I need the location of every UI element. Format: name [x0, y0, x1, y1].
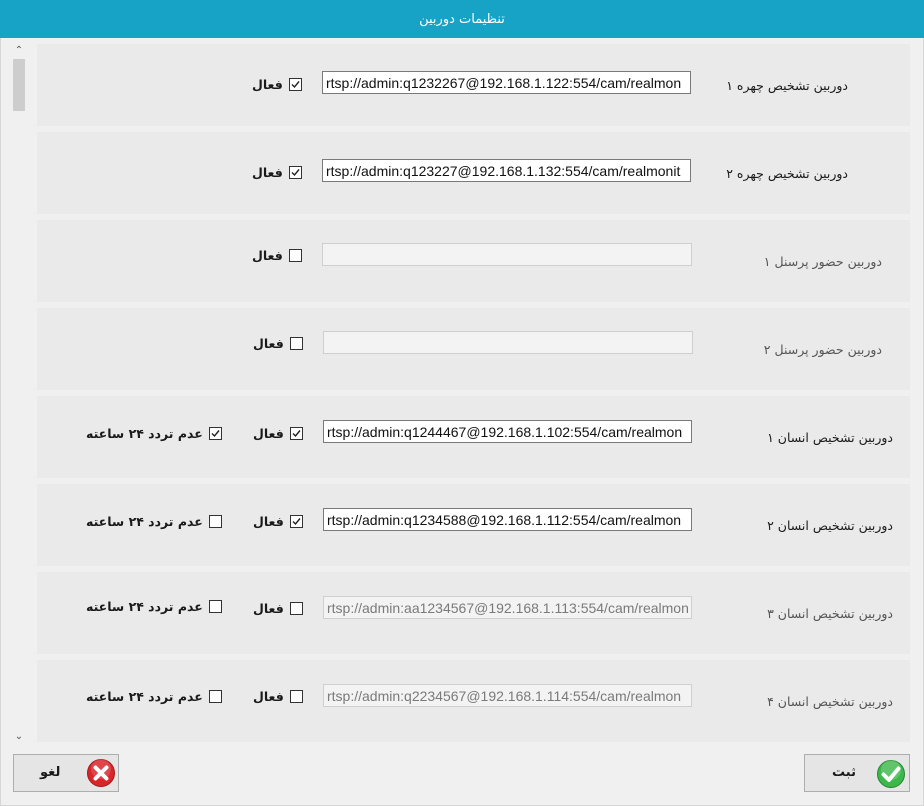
checkmark-icon: [291, 169, 300, 177]
active-checkbox[interactable]: [289, 337, 303, 350]
active-label: فعال: [252, 248, 283, 263]
active-label: فعال: [253, 514, 284, 529]
active-checkbox-group[interactable]: فعال: [252, 77, 302, 92]
active-checkbox-group[interactable]: فعال: [252, 248, 302, 263]
active-checkbox[interactable]: [289, 602, 303, 615]
camera-url-input[interactable]: [323, 331, 693, 354]
checkmark-icon: [211, 430, 220, 438]
no-traffic-label: عدم تردد ۲۴ ساعته: [86, 599, 203, 614]
active-checkbox[interactable]: [289, 515, 303, 528]
checkmark-icon: [292, 518, 301, 526]
active-label: فعال: [253, 426, 284, 441]
window-title-bar: تنظیمات دوربین: [0, 0, 924, 38]
no-traffic-label: عدم تردد ۲۴ ساعته: [86, 689, 203, 704]
checkmark-icon: [291, 81, 300, 89]
active-checkbox[interactable]: [288, 249, 302, 262]
active-checkbox-group[interactable]: فعال: [253, 336, 303, 351]
camera-row-human-1: دوربین تشخیص انسان ۱ rtsp://admin:q12444…: [37, 396, 910, 478]
camera-label: دوربین حضور پرسنل ۱: [763, 253, 882, 269]
active-checkbox[interactable]: [289, 427, 303, 440]
cancel-label: لغو: [40, 765, 61, 780]
camera-row-human-4: دوربین تشخیص انسان ۴ rtsp://admin:q22345…: [37, 660, 910, 742]
no-traffic-checkbox-group[interactable]: عدم تردد ۲۴ ساعته: [86, 689, 222, 704]
active-checkbox[interactable]: [288, 166, 302, 179]
no-traffic-checkbox[interactable]: [208, 427, 222, 440]
active-label: فعال: [252, 165, 283, 180]
no-traffic-label: عدم تردد ۲۴ ساعته: [86, 514, 203, 529]
camera-row-human-3: دوربین تشخیص انسان ۳ rtsp://admin:aa1234…: [37, 572, 910, 654]
camera-row-face-1: دوربین تشخیص چهره ۱ rtsp://admin:q123226…: [37, 44, 910, 126]
cancel-x-icon: [87, 759, 115, 787]
camera-row-attendance-1: دوربین حضور پرسنل ۱ فعال: [37, 220, 910, 302]
camera-label: دوربین تشخیص انسان ۳: [767, 605, 893, 621]
camera-row-human-2: دوربین تشخیص انسان ۲ rtsp://admin:q12345…: [37, 484, 910, 566]
cancel-button[interactable]: لغو: [13, 754, 119, 792]
active-checkbox-group[interactable]: فعال: [253, 426, 303, 441]
active-label: فعال: [253, 601, 284, 616]
vertical-scrollbar[interactable]: ⌃ ⌄: [10, 42, 28, 744]
save-label: ثبت: [832, 765, 856, 780]
active-label: فعال: [253, 336, 284, 351]
camera-label: دوربین تشخیص چهره ۱: [726, 77, 848, 93]
camera-label: دوربین تشخیص انسان ۴: [767, 693, 893, 709]
camera-url-input[interactable]: rtsp://admin:q1234588@192.168.1.112:554/…: [323, 508, 692, 531]
camera-url-input[interactable]: [322, 243, 692, 266]
active-checkbox[interactable]: [289, 690, 303, 703]
save-button[interactable]: ثبت: [804, 754, 910, 792]
active-checkbox-group[interactable]: فعال: [253, 601, 303, 616]
no-traffic-checkbox-group[interactable]: عدم تردد ۲۴ ساعته: [86, 426, 222, 441]
scroll-up-arrow-icon[interactable]: ⌃: [10, 42, 28, 58]
active-checkbox-group[interactable]: فعال: [253, 514, 303, 529]
window-title: تنظیمات دوربین: [419, 11, 505, 27]
no-traffic-checkbox-group[interactable]: عدم تردد ۲۴ ساعته: [86, 599, 222, 614]
scroll-thumb[interactable]: [13, 59, 25, 111]
active-checkbox-group[interactable]: فعال: [253, 689, 303, 704]
no-traffic-checkbox-group[interactable]: عدم تردد ۲۴ ساعته: [86, 514, 222, 529]
camera-label: دوربین تشخیص انسان ۲: [767, 517, 893, 533]
scroll-track[interactable]: [13, 58, 25, 728]
no-traffic-label: عدم تردد ۲۴ ساعته: [86, 426, 203, 441]
no-traffic-checkbox[interactable]: [208, 600, 222, 613]
scroll-down-arrow-icon[interactable]: ⌄: [10, 728, 28, 744]
camera-label: دوربین حضور پرسنل ۲: [763, 341, 882, 357]
camera-label: دوربین تشخیص انسان ۱: [767, 429, 893, 445]
checkmark-circle-icon: [877, 760, 905, 788]
camera-row-face-2: دوربین تشخیص چهره ۲ rtsp://admin:q123227…: [37, 132, 910, 214]
camera-url-input[interactable]: rtsp://admin:q1244467@192.168.1.102:554/…: [323, 420, 692, 443]
camera-url-input[interactable]: rtsp://admin:aa1234567@192.168.1.113:554…: [323, 596, 692, 619]
no-traffic-checkbox[interactable]: [208, 690, 222, 703]
camera-row-attendance-2: دوربین حضور پرسنل ۲ فعال: [37, 308, 910, 390]
active-checkbox[interactable]: [288, 78, 302, 91]
active-checkbox-group[interactable]: فعال: [252, 165, 302, 180]
camera-url-input[interactable]: rtsp://admin:q1232267@192.168.1.122:554/…: [322, 71, 691, 94]
camera-url-input[interactable]: rtsp://admin:q123227@192.168.1.132:554/c…: [322, 159, 691, 182]
checkmark-icon: [292, 430, 301, 438]
active-label: فعال: [253, 689, 284, 704]
camera-label: دوربین تشخیص چهره ۲: [726, 165, 848, 181]
no-traffic-checkbox[interactable]: [208, 515, 222, 528]
active-label: فعال: [252, 77, 283, 92]
camera-url-input[interactable]: rtsp://admin:q2234567@192.168.1.114:554/…: [323, 684, 692, 707]
